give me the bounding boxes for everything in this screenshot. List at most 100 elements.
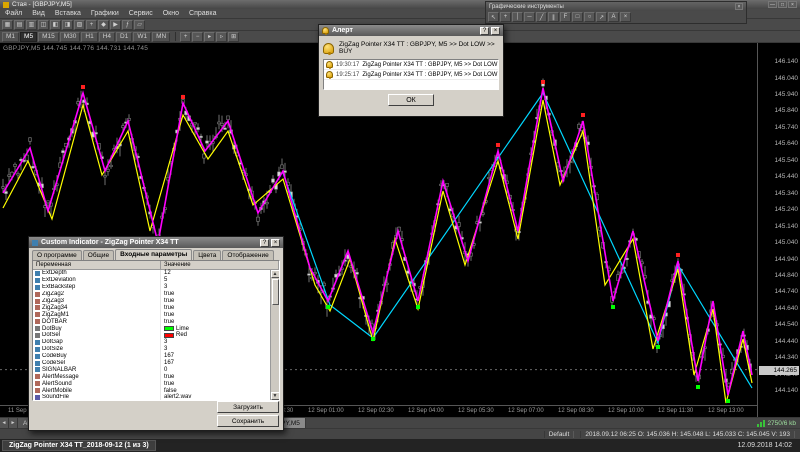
rectangle-icon[interactable]: □	[572, 12, 583, 22]
load-button[interactable]: Загрузить	[217, 401, 279, 413]
param-value[interactable]: true	[161, 373, 279, 380]
table-row[interactable]: ExtDepth12	[33, 270, 279, 277]
help-button[interactable]: ?	[260, 239, 269, 247]
zoom-out-icon[interactable]: −	[192, 32, 203, 42]
arrow-object-icon[interactable]: ↗	[596, 12, 607, 22]
table-row[interactable]: SoundFilealert2.wav	[33, 394, 279, 401]
scroll-thumb[interactable]	[272, 279, 279, 305]
save-button[interactable]: Сохранить	[217, 415, 279, 427]
data-window-icon[interactable]: ◫	[38, 20, 49, 30]
fibonacci-icon[interactable]: F	[560, 12, 571, 22]
param-value[interactable]: true	[161, 318, 279, 325]
tab-Входные параметры[interactable]: Входные параметры	[115, 249, 192, 260]
table-row[interactable]: DotGap3	[33, 339, 279, 346]
table-row[interactable]: AlertMessagetrue	[33, 373, 279, 380]
param-value[interactable]: 167	[161, 360, 279, 367]
autotrading-icon[interactable]: ▶	[110, 20, 121, 30]
profiles-icon[interactable]: ▤	[14, 20, 25, 30]
alert-dialog-titlebar[interactable]: Алерт ? ×	[319, 25, 503, 36]
trendline-icon[interactable]: ╱	[536, 12, 547, 22]
menu-item-Окно[interactable]: Окно	[158, 10, 184, 17]
menu-item-Файл[interactable]: Файл	[0, 10, 27, 17]
table-row[interactable]: ZigZag34true	[33, 304, 279, 311]
table-row[interactable]: ZigZag2true	[33, 291, 279, 298]
table-row[interactable]: SIGNALBAR0	[33, 366, 279, 373]
timeframe-H1[interactable]: H1	[81, 32, 97, 42]
minimize-button[interactable]: —	[768, 1, 777, 8]
ellipse-icon[interactable]: ○	[584, 12, 595, 22]
table-row[interactable]: DotBuyLime	[33, 325, 279, 332]
indicators-icon[interactable]: ƒ	[122, 20, 133, 30]
param-value[interactable]: true	[161, 291, 279, 298]
param-value[interactable]: alert2.wav	[161, 394, 279, 401]
table-scrollbar[interactable]: ▲ ▼	[270, 270, 279, 400]
timeframe-MN[interactable]: MN	[152, 32, 170, 42]
new-order-icon[interactable]: +	[86, 20, 97, 30]
table-row[interactable]: AlertMobilefalse	[33, 387, 279, 394]
table-row[interactable]: ExtDeviation5	[33, 277, 279, 284]
auto-scroll-icon[interactable]: ▸	[204, 32, 215, 42]
delete-objects-icon[interactable]: ×	[620, 12, 631, 22]
tab-Цвета[interactable]: Цвета	[193, 250, 221, 260]
param-value[interactable]: true	[161, 304, 279, 311]
vertical-line-icon[interactable]: │	[512, 12, 523, 22]
close-button[interactable]: ×	[491, 27, 500, 35]
table-row[interactable]: DOTBARtrue	[33, 318, 279, 325]
alert-list-item[interactable]: 19:30:17ZigZag Pointer X34 TT : GBPJPY, …	[324, 60, 498, 70]
table-row[interactable]: ZigZagM1true	[33, 311, 279, 318]
restore-button[interactable]: □	[778, 1, 787, 8]
scroll-down-icon[interactable]: ▼	[271, 392, 280, 400]
timeframe-M15[interactable]: M15	[38, 32, 59, 42]
menu-item-Сервис[interactable]: Сервис	[124, 10, 158, 17]
timeframe-M1[interactable]: M1	[2, 32, 19, 42]
timeframe-M5[interactable]: M5	[20, 32, 37, 42]
channel-icon[interactable]: ∥	[548, 12, 559, 22]
param-value[interactable]: 3	[161, 339, 279, 346]
param-value[interactable]: 5	[161, 277, 279, 284]
cursor-icon[interactable]: ↖	[488, 12, 499, 22]
parameters-table[interactable]: Переменная Значение ExtDepth12ExtDeviati…	[32, 260, 280, 401]
param-value[interactable]: Red	[161, 332, 279, 339]
menu-item-Справка[interactable]: Справка	[184, 10, 221, 17]
tabs-scroll-right-icon[interactable]: ►	[9, 418, 18, 428]
table-row[interactable]: CodeBuy167	[33, 353, 279, 360]
help-button[interactable]: ?	[480, 27, 489, 35]
profile-name[interactable]: Default	[544, 431, 575, 438]
navigator-icon[interactable]: ◧	[50, 20, 61, 30]
close-icon[interactable]: ×	[735, 3, 743, 10]
tabs-scroll-left-icon[interactable]: ◄	[0, 418, 9, 428]
chart-shift-icon[interactable]: ▹	[216, 32, 227, 42]
close-button[interactable]: ×	[271, 239, 280, 247]
tab-Общие[interactable]: Общие	[83, 250, 114, 260]
crosshair-icon[interactable]: +	[500, 12, 511, 22]
templates-icon[interactable]: ▱	[134, 20, 145, 30]
table-row[interactable]: DotSize3	[33, 346, 279, 353]
price-scale[interactable]: 144.265 146.140146.040145.940145.840145.…	[757, 43, 800, 417]
timeframe-M30[interactable]: M30	[60, 32, 81, 42]
param-value[interactable]: 3	[161, 284, 279, 291]
new-chart-icon[interactable]: ▦	[2, 20, 13, 30]
table-row[interactable]: AlertSoundtrue	[33, 380, 279, 387]
param-value[interactable]: true	[161, 298, 279, 305]
alert-list[interactable]: 19:30:17ZigZag Pointer X34 TT : GBPJPY, …	[323, 59, 499, 90]
tab-О программе[interactable]: О программе	[32, 250, 82, 260]
table-row[interactable]: DotSelRed	[33, 332, 279, 339]
timeframe-W1[interactable]: W1	[133, 32, 151, 42]
table-row[interactable]: CodeSel167	[33, 360, 279, 367]
menu-item-Графики[interactable]: Графики	[86, 10, 124, 17]
zoom-in-icon[interactable]: +	[180, 32, 191, 42]
market-watch-icon[interactable]: ▥	[26, 20, 37, 30]
metaeditor-icon[interactable]: ◆	[98, 20, 109, 30]
graphic-tools-titlebar[interactable]: Графические инструменты ×	[486, 2, 746, 11]
menu-item-Вставка[interactable]: Вставка	[50, 10, 86, 17]
param-value[interactable]: 12	[161, 270, 279, 277]
ok-button[interactable]: ОК	[388, 94, 434, 106]
terminal-icon[interactable]: ◨	[62, 20, 73, 30]
table-row[interactable]: ExtBackstep3	[33, 284, 279, 291]
param-value[interactable]: true	[161, 380, 279, 387]
timeframe-D1[interactable]: D1	[116, 32, 132, 42]
param-value[interactable]: Lime	[161, 325, 279, 332]
param-value[interactable]: 167	[161, 353, 279, 360]
param-value[interactable]: 0	[161, 366, 279, 373]
tab-Отображение[interactable]: Отображение	[222, 250, 273, 260]
